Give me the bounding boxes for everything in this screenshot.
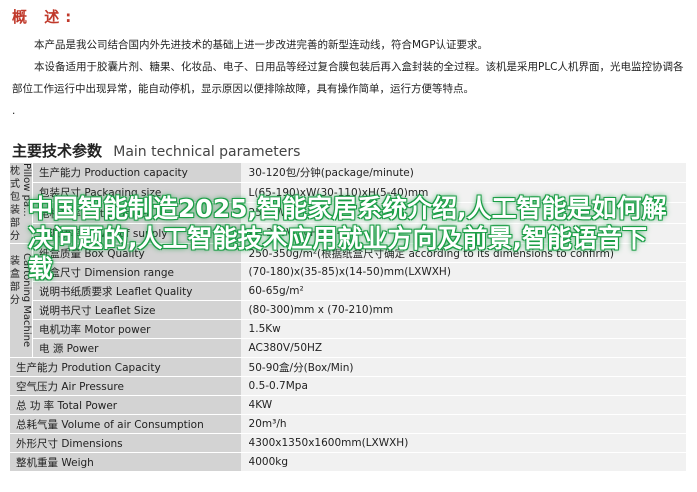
spec-label: 整机重量 Weigh	[10, 452, 241, 472]
table-row: 外形尺寸 Dimensions 4300x1350x1600mm(LXWXH)	[10, 433, 686, 453]
spec-label: 生产能力 Production capacity	[32, 163, 241, 184]
table-row: 纸盒尺寸 Dimension range (70-180)x(35-85)x(1…	[10, 262, 686, 282]
spec-label: 电 源 Power	[32, 338, 241, 358]
specs-table: 枕 式 包 装 部 分 Pillow pa... 生产能力 Production…	[10, 163, 686, 472]
table-row: 生产能力 Prodution Capacity 50-90盒/分(Box/Min…	[10, 357, 686, 377]
overview-title: 概 述:	[12, 8, 78, 26]
overview-paragraph-1: 本产品是我公司结合国内外先进技术的基础上进一步改进完善的新型连动线，符合MGP认…	[34, 39, 489, 51]
spec-value: 4300x1350x1600mm(LXWXH)	[240, 433, 686, 453]
table-row: 装 盒 部 分 Cartoning Machine 纸盒质量 Box Quali…	[10, 243, 686, 358]
group-char: 盒	[10, 269, 20, 281]
table-row: 电 源 Power AC380V/50HZ	[10, 338, 686, 358]
group-pillow: 枕 式 包 装 部 分 Pillow pa...	[10, 163, 33, 244]
group-label-en: Cartoning Machine	[21, 253, 32, 348]
spec-value: 250-350g/m²(根据纸盒尺寸确定 according to its di…	[240, 243, 686, 263]
spec-value: 1.5Kw	[240, 319, 686, 339]
spec-label: 电机功率 Motor power	[32, 202, 241, 224]
spec-value: L(65-190)xW(30-110)xH(5-40)mm	[240, 182, 686, 204]
spec-label: 说明书纸质要求 Leaflet Quality	[32, 281, 241, 301]
group-carton: 装 盒 部 分 Cartoning Machine	[10, 243, 33, 358]
table-row: 电机功率 Motor power 1.5Kw	[10, 319, 686, 339]
specs-heading: 主要技术参数 Main technical parameters	[12, 140, 684, 164]
spec-label: 生产能力 Prodution Capacity	[10, 357, 241, 377]
spec-value: (70-180)x(35-85)x(14-50)mm(LXWXH)	[240, 262, 686, 282]
table-row: 总 功 率 Total Power 4KW	[10, 395, 686, 415]
spec-label: 总耗气量 Volume of air Consumption	[10, 414, 241, 434]
group-char: 枕	[10, 166, 20, 177]
table-row: 枕 式 包 装 部 分 Pillow pa... 生产能力 Production…	[10, 163, 686, 244]
table-row: 整机重量 Weigh 4000kg	[10, 452, 686, 472]
spec-value: 4KW	[240, 395, 686, 415]
spec-value: (80-300)mm x (70-210)mm	[240, 300, 686, 320]
spec-value: 30-120包/分钟(package/minute)	[240, 163, 686, 184]
spec-label: 空气压力 Air Pressure	[10, 376, 241, 396]
table-row: 电源功率 Power of supply AC 220V 50Hz 2.4KW	[10, 223, 686, 245]
group-char: 部	[10, 218, 20, 229]
spec-label: 纸盒尺寸 Dimension range	[32, 262, 241, 282]
spec-label: 包装尺寸 Packaging size	[32, 182, 241, 204]
overview-dot: .	[12, 105, 16, 117]
spec-value: 20m³/h	[240, 414, 686, 434]
spec-value: 4000kg	[240, 452, 686, 472]
spec-label: 说明书尺寸 Leaflet Size	[32, 300, 241, 320]
table-row: 说明书尺寸 Leaflet Size (80-300)mm x (70-210)…	[10, 300, 686, 320]
group-char: 包	[10, 192, 20, 203]
group-char: 分	[10, 231, 20, 242]
table-row: 电机功率 Motor power 2500W	[10, 202, 686, 224]
specs-heading-cn: 主要技术参数	[12, 142, 103, 160]
table-row: 包装尺寸 Packaging size L(65-190)xW(30-110)x…	[10, 182, 686, 204]
group-char: 分	[10, 295, 20, 307]
spec-label: 电机功率 Motor power	[32, 319, 241, 339]
group-char: 装	[10, 256, 20, 268]
group-char: 装	[10, 205, 20, 216]
table-row: 总耗气量 Volume of air Consumption 20m³/h	[10, 414, 686, 434]
spec-value: AC380V/50HZ	[240, 338, 686, 358]
spec-value: 50-90盒/分(Box/Min)	[240, 357, 686, 377]
spec-label: 电源功率 Power of supply	[32, 223, 241, 245]
group-label-en: Pillow pa...	[21, 163, 32, 217]
spec-label: 纸盒质量 Box Quality	[32, 243, 241, 263]
spec-label: 外形尺寸 Dimensions	[10, 433, 241, 453]
table-row: 说明书纸质要求 Leaflet Quality 60-65g/m²	[10, 281, 686, 301]
group-char: 式	[10, 179, 20, 190]
specs-heading-en: Main technical parameters	[113, 144, 301, 160]
spec-value: 0.5-0.7Mpa	[240, 376, 686, 396]
spec-value: AC 220V 50Hz 2.4KW	[240, 223, 686, 245]
spec-value: 60-65g/m²	[240, 281, 686, 301]
table-row: 空气压力 Air Pressure 0.5-0.7Mpa	[10, 376, 686, 396]
overview-paragraph-2: 本设备适用于胶囊片剂、糖果、化妆品、电子、日用品等经过复合膜包装后再入盒封装的全…	[12, 61, 684, 95]
spec-label: 总 功 率 Total Power	[10, 395, 241, 415]
group-char: 部	[10, 282, 20, 294]
spec-value: 2500W	[240, 202, 686, 224]
